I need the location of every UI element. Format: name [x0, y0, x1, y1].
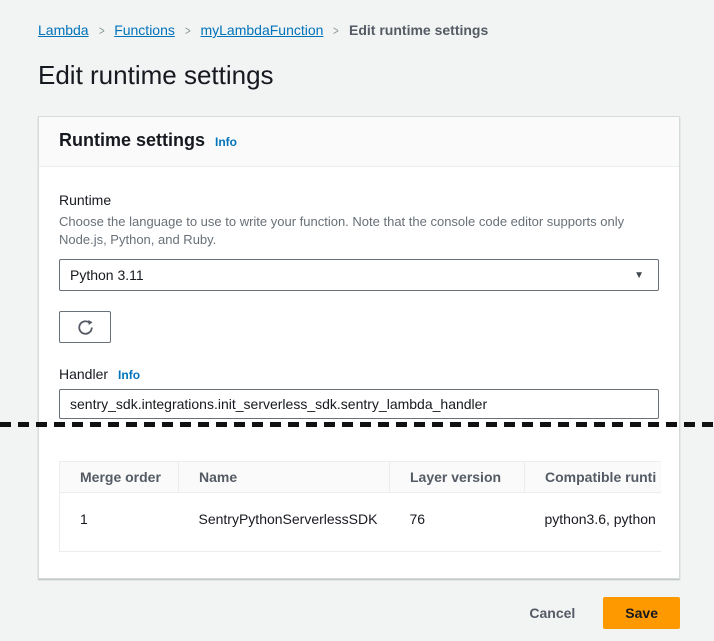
column-header-name: Name — [179, 462, 390, 493]
breadcrumb-link-lambda[interactable]: Lambda — [38, 22, 89, 38]
panel-title: Runtime settings — [59, 130, 205, 151]
caret-down-icon: ▼ — [634, 270, 644, 281]
column-header-compatible-runtimes: Compatible runti — [525, 462, 662, 493]
refresh-runtimes-button[interactable] — [59, 311, 111, 343]
column-header-layer-version: Layer version — [390, 462, 525, 493]
cell-merge-order: 1 — [60, 493, 179, 552]
handler-input[interactable] — [59, 389, 659, 419]
page: Lambda > Functions > myLambdaFunction > … — [0, 0, 714, 579]
layers-table: Merge order Name Layer version Compatibl… — [59, 461, 661, 552]
chevron-right-icon: > — [185, 23, 191, 38]
chevron-right-icon: > — [333, 23, 339, 38]
page-title: Edit runtime settings — [38, 60, 680, 90]
breadcrumb-link-functions[interactable]: Functions — [114, 22, 175, 38]
runtime-label: Runtime — [59, 191, 659, 209]
layers-table-header-row: Merge order Name Layer version Compatibl… — [60, 462, 662, 493]
runtime-select[interactable]: Python 3.11 ▼ — [59, 259, 659, 291]
refresh-icon — [77, 319, 94, 336]
save-button[interactable]: Save — [603, 597, 680, 629]
column-header-merge-order: Merge order — [60, 462, 179, 493]
breadcrumb: Lambda > Functions > myLambdaFunction > … — [38, 22, 680, 38]
handler-label-row: Handler Info — [59, 365, 659, 383]
handler-label: Handler — [59, 365, 108, 383]
screenshot-splice-dashed-line — [0, 422, 714, 427]
layers-table-container: Merge order Name Layer version Compatibl… — [59, 461, 661, 552]
cancel-button[interactable]: Cancel — [529, 599, 575, 627]
runtime-settings-info-link[interactable]: Info — [215, 135, 237, 149]
cell-compatible-runtimes: python3.6, python — [525, 493, 662, 552]
footer-actions: Cancel Save — [38, 597, 680, 629]
panel-header: Runtime settings Info — [39, 117, 679, 167]
breadcrumb-link-function-name[interactable]: myLambdaFunction — [200, 22, 323, 38]
cell-layer-name: SentryPythonServerlessSDK — [179, 493, 390, 552]
panel-body: Runtime Choose the language to use to wr… — [39, 167, 679, 578]
runtime-settings-panel: Runtime settings Info Runtime Choose the… — [38, 116, 680, 579]
layers-table-row: 1 SentryPythonServerlessSDK 76 python3.6… — [60, 493, 662, 552]
cell-layer-version: 76 — [390, 493, 525, 552]
runtime-description: Choose the language to use to write your… — [59, 213, 659, 249]
runtime-select-value: Python 3.11 — [70, 267, 144, 283]
breadcrumb-current: Edit runtime settings — [349, 22, 488, 38]
chevron-right-icon: > — [99, 23, 105, 38]
handler-info-link[interactable]: Info — [118, 368, 140, 382]
